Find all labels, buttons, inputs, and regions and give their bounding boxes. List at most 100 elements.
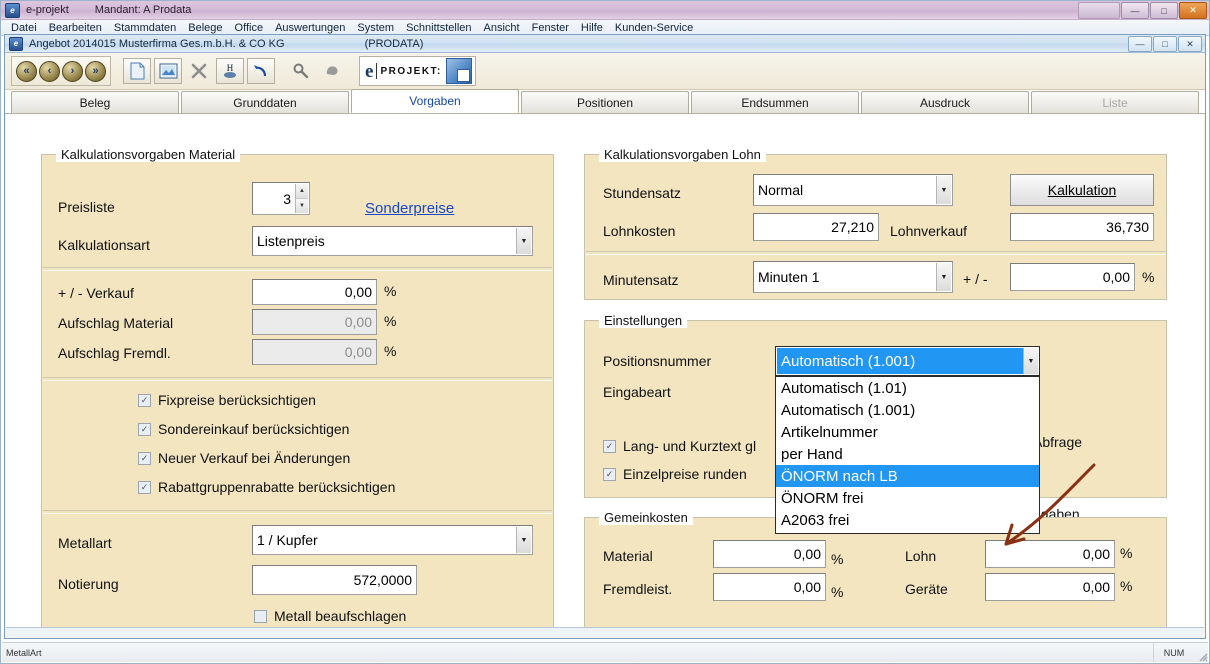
kalkulationsart-combo[interactable]: Listenpreis ▼ xyxy=(252,226,533,256)
chevron-down-icon[interactable]: ▼ xyxy=(1023,348,1038,374)
verkauf-input[interactable]: 0,00 xyxy=(252,279,377,305)
menu-item-auswertungen[interactable]: Auswertungen xyxy=(269,22,351,34)
tab-grunddaten[interactable]: Grunddaten xyxy=(181,91,349,113)
positionsnummer-combo[interactable]: Automatisch (1.001) ▼ xyxy=(775,346,1040,376)
checkbox-fixpreise[interactable]: ✓ Fixpreise berücksichtigen xyxy=(138,392,316,408)
previous-record-icon[interactable]: ‹ xyxy=(39,61,60,82)
menu-item-stammdaten[interactable]: Stammdaten xyxy=(108,22,182,34)
dropdown-option-onorm-frei[interactable]: ÖNORM frei xyxy=(776,487,1039,509)
gemeinkosten-material-input[interactable]: 0,00 xyxy=(713,540,826,568)
checkbox-neuer-verkauf[interactable]: ✓ Neuer Verkauf bei Änderungen xyxy=(138,450,350,466)
new-document-button[interactable] xyxy=(123,58,151,84)
chevron-down-icon[interactable]: ▼ xyxy=(516,228,531,254)
menu-item-kunden-service[interactable]: Kunden-Service xyxy=(609,22,699,34)
checkbox-lang-kurztext[interactable]: ✓ Lang- und Kurztext gl xyxy=(603,438,756,454)
document-window-bottom-edge xyxy=(6,627,1204,637)
chevron-down-icon[interactable]: ▼ xyxy=(936,176,951,204)
first-record-icon[interactable]: « xyxy=(16,61,37,82)
close-button[interactable]: ✕ xyxy=(1179,2,1207,19)
gemeinkosten-geraete-input[interactable]: 0,00 xyxy=(985,573,1115,601)
lohnverkauf-input[interactable]: 36,730 xyxy=(1010,213,1154,241)
minutensatz-pct-input[interactable]: 0,00 xyxy=(1010,263,1135,291)
chevron-down-icon[interactable]: ▼ xyxy=(516,527,531,553)
checkbox-sondereinkauf[interactable]: ✓ Sondereinkauf berücksichtigen xyxy=(138,421,349,437)
preisliste-spinner[interactable]: ▲ ▼ xyxy=(295,184,308,213)
menu-item-system[interactable]: System xyxy=(351,22,400,34)
sonderpreise-link[interactable]: Sonderpreise xyxy=(365,200,454,217)
status-num-indicator: NUM xyxy=(1153,643,1194,662)
preisliste-input[interactable]: 3 ▲ ▼ xyxy=(252,182,310,215)
positionsnummer-dropdown-list[interactable]: Automatisch (1.01) Automatisch (1.001) A… xyxy=(775,376,1040,534)
checkbox-rabattgruppenrabatte-box[interactable]: ✓ xyxy=(138,481,151,494)
checkbox-fixpreise-label: Fixpreise berücksichtigen xyxy=(158,392,316,408)
minutensatz-pct-value: 0,00 xyxy=(1103,269,1130,285)
menu-item-fenster[interactable]: Fenster xyxy=(526,22,575,34)
restore-group-button[interactable] xyxy=(1078,2,1120,19)
main-title-bar: e e-projekt Mandant: A Prodata — □ ✕ xyxy=(1,1,1209,20)
document-maximize-button[interactable]: □ xyxy=(1153,36,1177,52)
last-record-icon[interactable]: » xyxy=(85,61,106,82)
notierung-input[interactable]: 572,0000 xyxy=(252,565,417,595)
logo-wordmark: PROJEKT: xyxy=(380,66,441,77)
lohnkosten-input[interactable]: 27,210 xyxy=(753,213,879,241)
checkbox-metall-beaufschlagen-box[interactable] xyxy=(254,610,267,623)
aufschlag-material-label: Aufschlag Material xyxy=(58,315,173,331)
print-button[interactable]: H xyxy=(216,58,244,84)
gemeinkosten-lohn-input[interactable]: 0,00 xyxy=(985,540,1115,568)
stundensatz-combo[interactable]: Normal ▼ xyxy=(753,174,953,206)
gemeinkosten-fremdleist-input[interactable]: 0,00 xyxy=(713,573,826,601)
positionsnummer-value: Automatisch (1.001) xyxy=(777,348,1024,374)
menu-item-bearbeiten[interactable]: Bearbeiten xyxy=(43,22,108,34)
checkbox-rabattgruppenrabatte[interactable]: ✓ Rabattgruppenrabatte berücksichtigen xyxy=(138,479,395,495)
lohnkosten-value: 27,210 xyxy=(831,219,874,235)
checkbox-sondereinkauf-box[interactable]: ✓ xyxy=(138,423,151,436)
checkbox-fixpreise-box[interactable]: ✓ xyxy=(138,394,151,407)
mandant-label: Mandant: A Prodata xyxy=(95,4,192,16)
chevron-down-icon[interactable]: ▼ xyxy=(936,263,951,291)
gemeinkosten-fremdleist-unit: % xyxy=(831,584,843,600)
gemeinkosten-geraete-label: Geräte xyxy=(905,581,948,597)
dropdown-option-automatisch-1001[interactable]: Automatisch (1.001) xyxy=(776,399,1039,421)
metallart-combo[interactable]: 1 / Kupfer ▼ xyxy=(252,525,533,555)
menu-item-schnittstellen[interactable]: Schnittstellen xyxy=(400,22,477,34)
material-group-title: Kalkulationsvorgaben Material xyxy=(56,147,240,162)
edit-document-button[interactable] xyxy=(154,58,182,84)
checkbox-sondereinkauf-label: Sondereinkauf berücksichtigen xyxy=(158,421,349,437)
checkbox-einzelpreise-runden[interactable]: ✓ Einzelpreise runden xyxy=(603,466,747,482)
dropdown-option-automatisch-101[interactable]: Automatisch (1.01) xyxy=(776,377,1039,399)
maximize-button[interactable]: □ xyxy=(1150,2,1178,19)
tab-vorgaben[interactable]: Vorgaben xyxy=(351,89,519,113)
dropdown-option-onorm-nach-lb[interactable]: ÖNORM nach LB xyxy=(776,465,1039,487)
checkbox-metall-beaufschlagen-label: Metall beaufschlagen xyxy=(274,608,406,624)
undo-button[interactable] xyxy=(247,58,275,84)
tab-ausdruck[interactable]: Ausdruck xyxy=(861,91,1029,113)
occluded-abfrage-label: Abfrage xyxy=(1033,434,1082,450)
delete-button[interactable] xyxy=(185,58,213,84)
resize-grip-icon[interactable] xyxy=(1194,643,1208,662)
tab-endsummen[interactable]: Endsummen xyxy=(691,91,859,113)
dropdown-option-a2063-frei[interactable]: A2063 frei xyxy=(776,509,1039,531)
dropdown-option-per-hand[interactable]: per Hand xyxy=(776,443,1039,465)
tab-positionen[interactable]: Positionen xyxy=(521,91,689,113)
kalkulation-button[interactable]: Kalkulation xyxy=(1010,174,1154,206)
dropdown-option-artikelnummer[interactable]: Artikelnummer xyxy=(776,421,1039,443)
checkbox-einzelpreise-runden-box[interactable]: ✓ xyxy=(603,468,616,481)
spinner-up-icon[interactable]: ▲ xyxy=(295,184,308,199)
checkbox-lang-kurztext-box[interactable]: ✓ xyxy=(603,440,616,453)
tab-beleg[interactable]: Beleg xyxy=(11,91,179,113)
spinner-down-icon[interactable]: ▼ xyxy=(295,199,308,213)
menu-item-office[interactable]: Office xyxy=(229,22,270,34)
menu-item-belege[interactable]: Belege xyxy=(182,22,228,34)
checkbox-metall-beaufschlagen[interactable]: Metall beaufschlagen xyxy=(254,608,406,624)
menu-item-ansicht[interactable]: Ansicht xyxy=(478,22,526,34)
minutensatz-combo[interactable]: Minuten 1 ▼ xyxy=(753,261,953,293)
minimize-button[interactable]: — xyxy=(1121,2,1149,19)
document-close-button[interactable]: ✕ xyxy=(1178,36,1202,52)
search-button[interactable] xyxy=(287,58,315,84)
menu-item-datei[interactable]: Datei xyxy=(5,22,43,34)
menu-item-hilfe[interactable]: Hilfe xyxy=(575,22,609,34)
checkbox-neuer-verkauf-box[interactable]: ✓ xyxy=(138,452,151,465)
document-minimize-button[interactable]: — xyxy=(1128,36,1152,52)
next-record-icon[interactable]: › xyxy=(62,61,83,82)
info-button[interactable] xyxy=(318,58,346,84)
